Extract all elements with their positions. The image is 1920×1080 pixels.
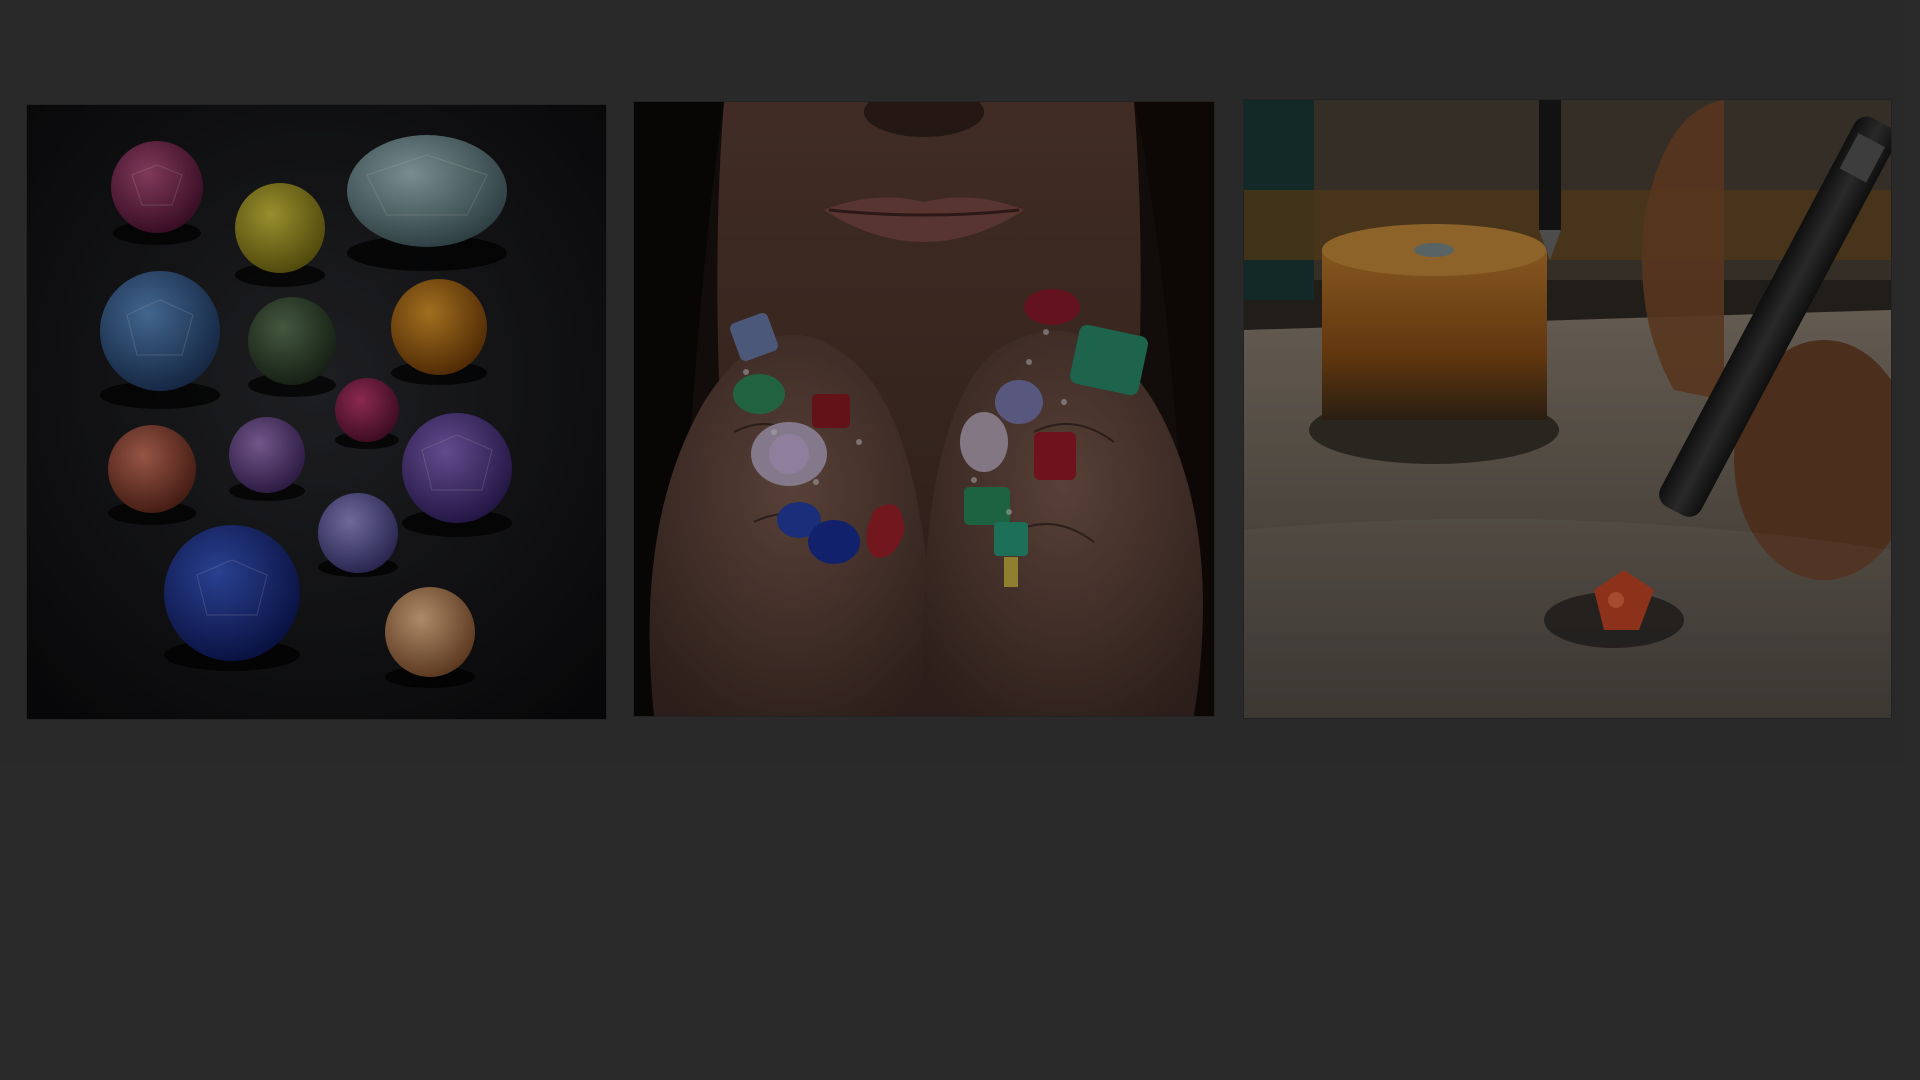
gem-setting-workshop-image <box>1244 100 1891 718</box>
gallery-image-hands-rings[interactable] <box>634 102 1214 716</box>
gallery-image-gem-setting[interactable] <box>1244 100 1891 718</box>
gallery-image-gemstones[interactable] <box>27 105 606 719</box>
hands-with-gem-rings-image <box>634 102 1214 716</box>
gemstones-image <box>27 105 606 719</box>
gallery-stage <box>0 0 1920 1080</box>
